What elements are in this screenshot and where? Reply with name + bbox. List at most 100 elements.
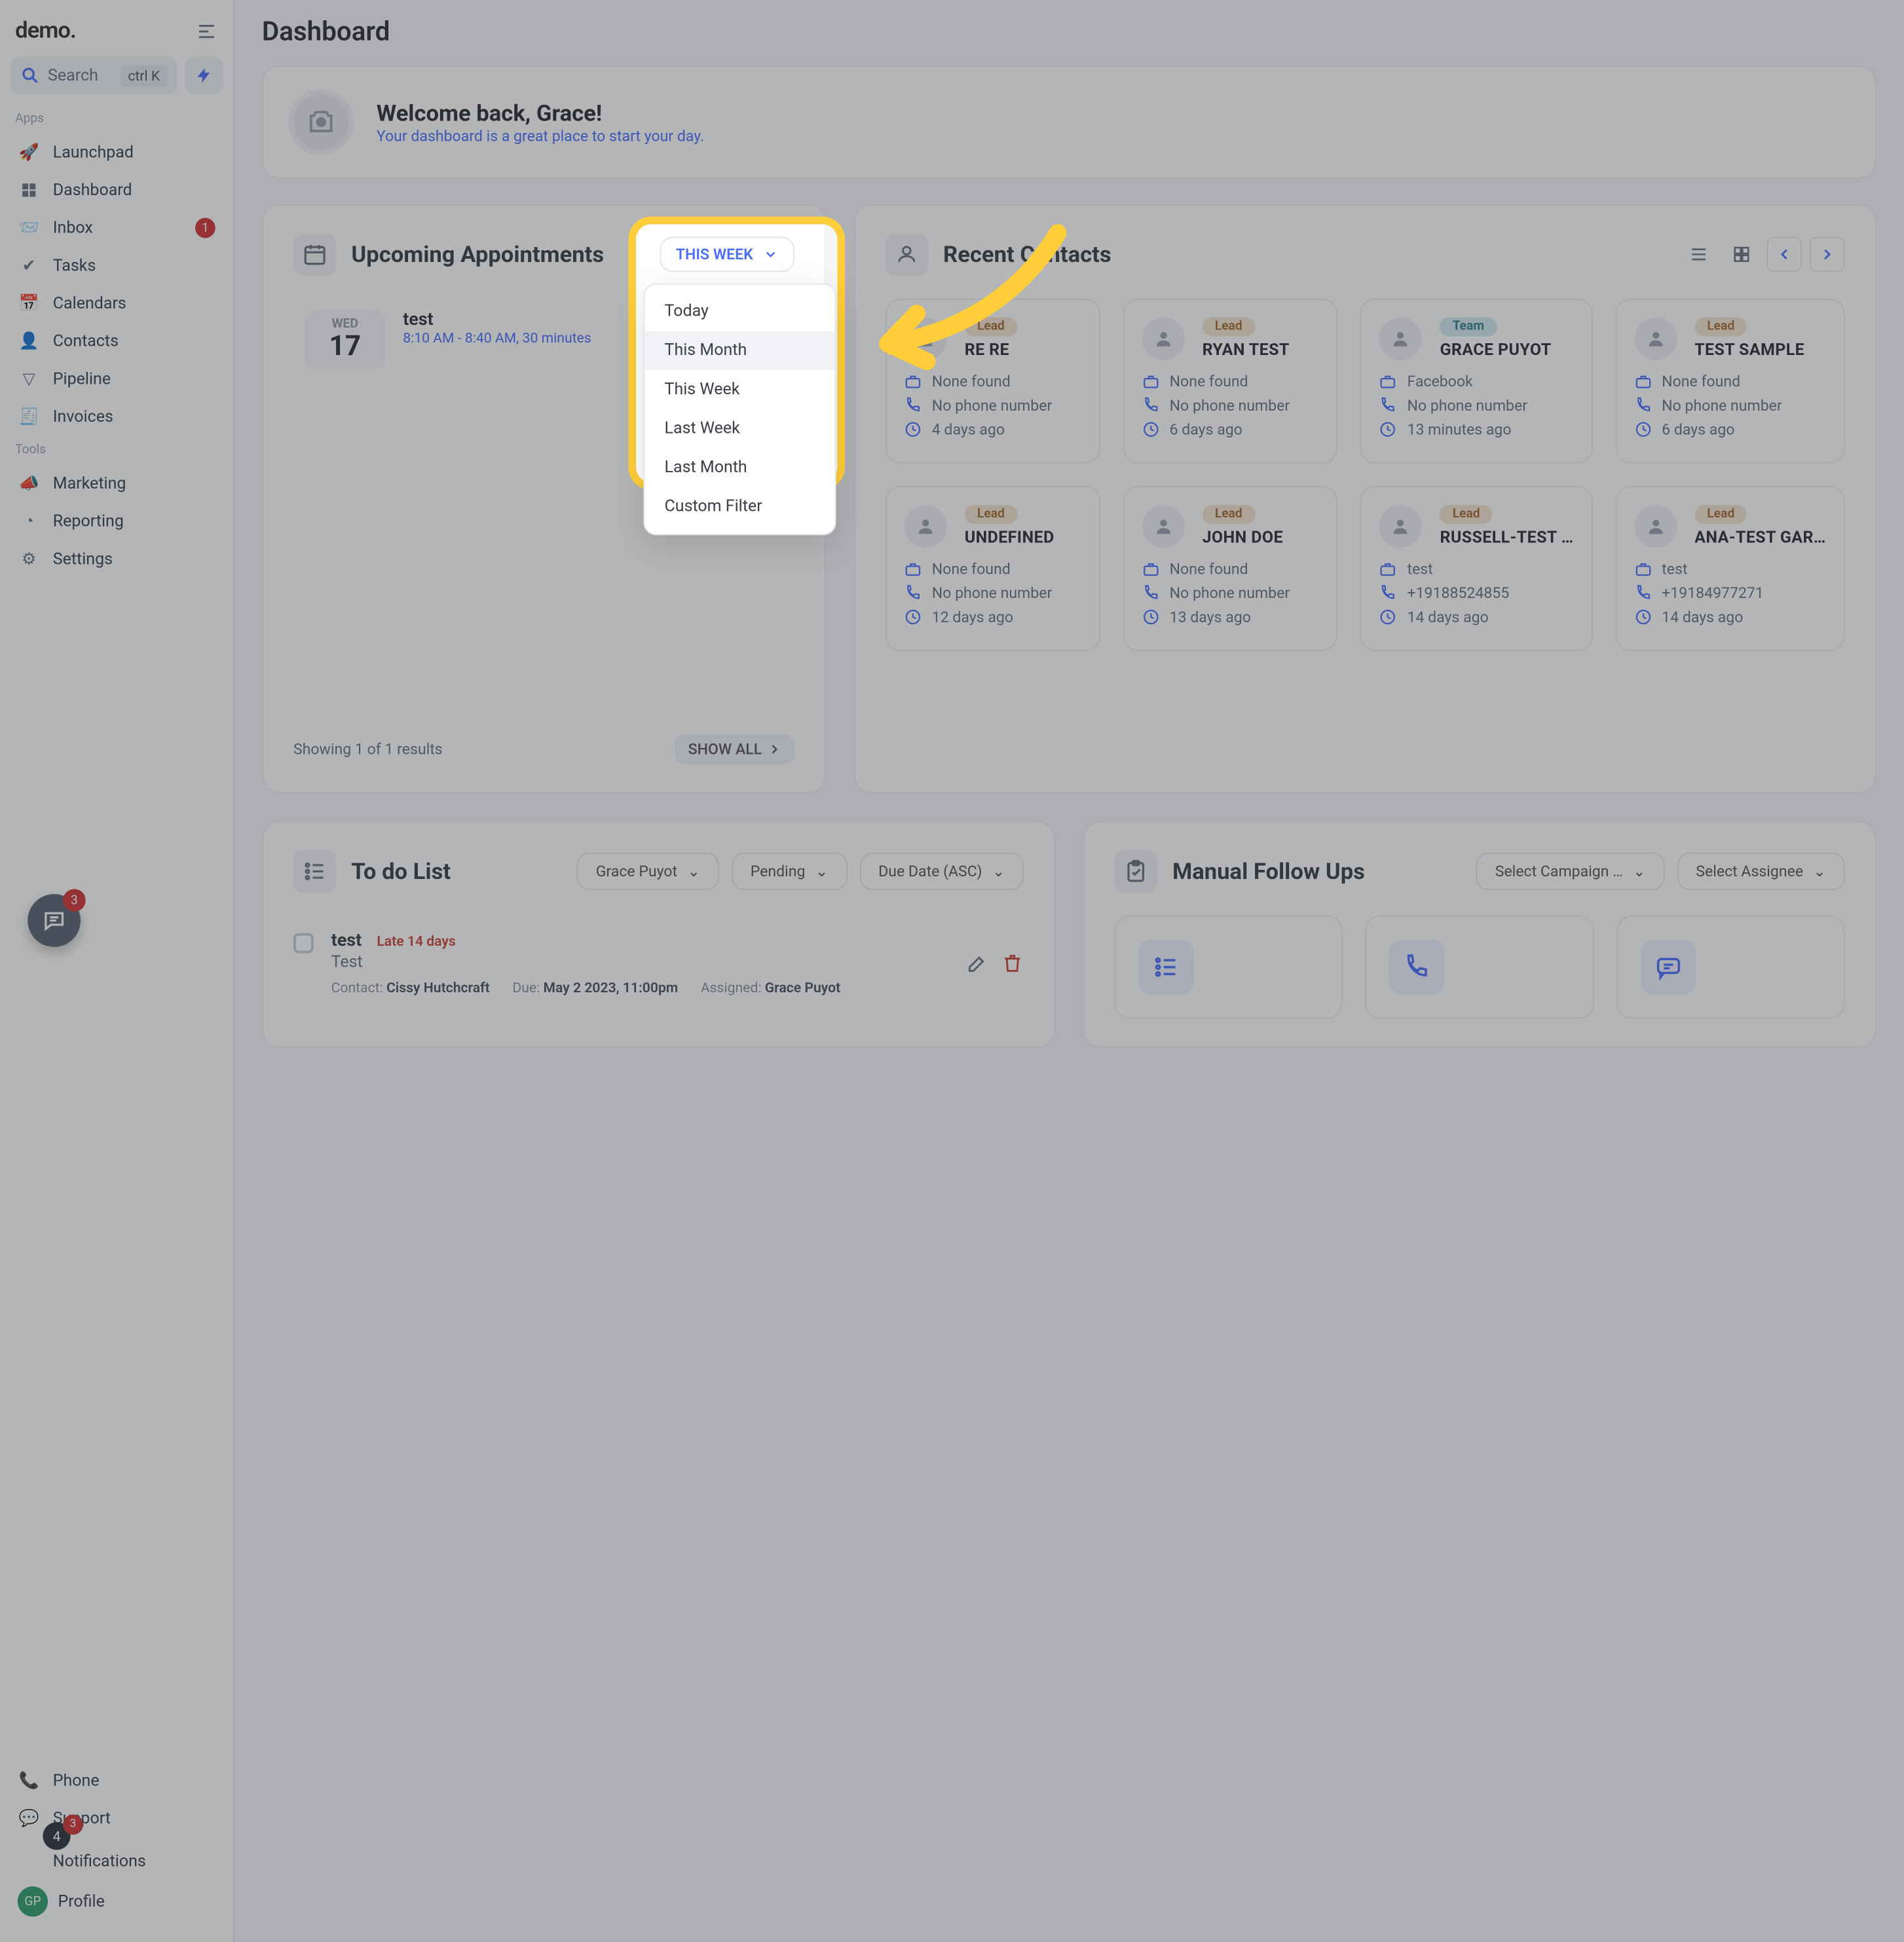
- clock-icon: [1379, 608, 1397, 626]
- contact-card[interactable]: Lead TEST SAMPLE None found No phone num…: [1615, 299, 1845, 464]
- contact-name: JOHN DOE: [1203, 529, 1283, 548]
- contact-company: test: [1407, 561, 1432, 578]
- filter-label: THIS WEEK: [676, 246, 753, 263]
- sidebar-item-inbox[interactable]: 📨Inbox1: [8, 209, 226, 247]
- clock-icon: [1142, 420, 1159, 438]
- topbar: Dashboard: [234, 0, 1904, 65]
- followup-phone[interactable]: [1366, 916, 1594, 1019]
- file-icon: 🧾: [18, 405, 41, 428]
- appointments-card: Upcoming Appointments THIS WEEK Today Th…: [262, 204, 826, 793]
- contact-company: None found: [932, 561, 1011, 578]
- sidebar-item-invoices[interactable]: 🧾Invoices: [8, 398, 226, 436]
- edit-icon[interactable]: [966, 952, 989, 975]
- filter-option-custom[interactable]: Custom Filter: [644, 487, 835, 527]
- contact-name: RUSSELL-TEST …: [1440, 529, 1573, 548]
- todo-late-badge: Late 14 days: [377, 933, 455, 949]
- contact-name: RYAN TEST: [1203, 341, 1290, 360]
- todo-item-subtitle: Test: [331, 953, 948, 972]
- appointments-filter-dropdown[interactable]: THIS WEEK Today This Month This Week Las…: [660, 236, 794, 272]
- contact-company: None found: [932, 373, 1011, 390]
- sidebar-item-phone[interactable]: 📞Phone: [8, 1762, 226, 1800]
- phone-icon: [904, 397, 922, 415]
- appointment-time: 8:10 AM - 8:40 AM, 30 minutes: [403, 330, 591, 346]
- phone-icon: [1142, 397, 1159, 415]
- todo-assignee-filter[interactable]: Grace Puyot⌄: [577, 853, 719, 891]
- contacts-title: Recent Contacts: [943, 241, 1111, 267]
- show-all-button[interactable]: SHOW ALL: [675, 734, 794, 764]
- chat-fab-badge: 3: [63, 889, 86, 912]
- filter-option-today[interactable]: Today: [644, 292, 835, 331]
- phone-icon: [1389, 939, 1445, 995]
- search-shortcut: ctrl K: [121, 65, 168, 86]
- quick-action-button[interactable]: [185, 57, 223, 95]
- person-icon: [904, 505, 946, 548]
- contacts-card: Recent Contacts Lead RE RE: [854, 204, 1876, 793]
- person-icon: [1379, 505, 1422, 548]
- filter-icon: ▽: [18, 367, 41, 390]
- sms-icon: [1641, 939, 1696, 995]
- filter-option-last-month[interactable]: Last Month: [644, 448, 835, 487]
- todo-item: test Late 14 days Test Contact: Cissy Hu…: [293, 918, 1024, 1009]
- person-icon: [1142, 505, 1184, 548]
- list-icon: [293, 850, 336, 893]
- delete-icon[interactable]: [1001, 952, 1024, 975]
- sidebar-item-tasks[interactable]: ✔Tasks: [8, 247, 226, 285]
- page-title: Dashboard: [262, 18, 390, 48]
- assignee-filter[interactable]: Select Assignee⌄: [1677, 853, 1844, 891]
- chat-fab[interactable]: 3: [28, 894, 81, 947]
- search-input[interactable]: Search ctrl K: [10, 57, 177, 95]
- clipboard-icon: [1115, 850, 1157, 893]
- sidebar-item-settings[interactable]: ⚙Settings: [8, 540, 226, 578]
- contact-card[interactable]: Lead RE RE None found No phone number 4 …: [886, 299, 1100, 464]
- contact-card[interactable]: Lead UNDEFINED None found No phone numbe…: [886, 486, 1100, 651]
- chevron-down-icon: ⌄: [815, 863, 828, 880]
- chevron-down-icon: ⌄: [687, 863, 700, 880]
- contact-time: 4 days ago: [932, 420, 1005, 438]
- contact-card[interactable]: Lead RYAN TEST None found No phone numbe…: [1123, 299, 1337, 464]
- contact-card[interactable]: Lead JOHN DOE None found No phone number…: [1123, 486, 1337, 651]
- appointment-date: WED 17: [305, 310, 385, 370]
- megaphone-icon: 📣: [18, 472, 41, 495]
- chevron-down-icon: ⌄: [992, 863, 1005, 880]
- followup-sms[interactable]: [1616, 916, 1845, 1019]
- followup-total-pending[interactable]: [1115, 916, 1343, 1019]
- sidebar-item-launchpad[interactable]: 🚀Launchpad: [8, 134, 226, 172]
- collapse-sidebar-button[interactable]: [195, 20, 218, 43]
- prev-page-button[interactable]: [1766, 236, 1802, 272]
- next-page-button[interactable]: [1810, 236, 1845, 272]
- contact-card[interactable]: Lead ANA-TEST GAR… test +19184977271 14 …: [1615, 486, 1845, 651]
- filter-option-this-week[interactable]: This Week: [644, 370, 835, 409]
- todo-status-filter[interactable]: Pending⌄: [732, 853, 847, 891]
- sidebar-item-calendars[interactable]: 📅Calendars: [8, 285, 226, 323]
- sidebar-item-support[interactable]: 💬Support: [8, 1799, 226, 1837]
- filter-option-this-month[interactable]: This Month: [644, 331, 835, 371]
- campaign-filter[interactable]: Select Campaign …⌄: [1476, 853, 1664, 891]
- notification-badge: 3: [63, 1814, 83, 1835]
- sidebar-item-contacts[interactable]: 👤Contacts: [8, 322, 226, 360]
- sidebar-item-reporting[interactable]: ◔Reporting: [8, 502, 226, 540]
- contact-card[interactable]: Lead RUSSELL-TEST … test +19188524855 14…: [1360, 486, 1592, 651]
- filter-option-last-week[interactable]: Last Week: [644, 409, 835, 449]
- profile-row[interactable]: GP Profile: [8, 1879, 226, 1924]
- sidebar-item-dashboard[interactable]: Dashboard: [8, 171, 226, 209]
- view-grid-button[interactable]: [1724, 236, 1759, 272]
- contact-company: None found: [1170, 373, 1248, 390]
- phone-icon: [1379, 584, 1397, 602]
- calendar-icon: [293, 233, 336, 276]
- phone-icon: [1379, 397, 1397, 415]
- contact-card[interactable]: Team GRACE PUYOT Facebook No phone numbe…: [1360, 299, 1592, 464]
- sidebar-item-marketing[interactable]: 📣Marketing: [8, 464, 226, 502]
- clock-icon: [904, 420, 922, 438]
- todo-sort-filter[interactable]: Due Date (ASC)⌄: [859, 853, 1024, 891]
- todo-checkbox[interactable]: [293, 933, 314, 954]
- welcome-avatar[interactable]: [288, 90, 354, 155]
- contact-phone: +19188524855: [1407, 584, 1509, 602]
- contact-company: None found: [1662, 373, 1740, 390]
- person-icon: [1634, 505, 1677, 548]
- sidebar-item-notifications[interactable]: Notifications: [53, 1852, 146, 1871]
- view-list-button[interactable]: [1681, 236, 1717, 272]
- sidebar-item-pipeline[interactable]: ▽Pipeline: [8, 360, 226, 398]
- person-icon: [886, 233, 928, 276]
- chevron-right-icon: [767, 741, 782, 756]
- welcome-card: Welcome back, Grace! Your dashboard is a…: [262, 65, 1876, 179]
